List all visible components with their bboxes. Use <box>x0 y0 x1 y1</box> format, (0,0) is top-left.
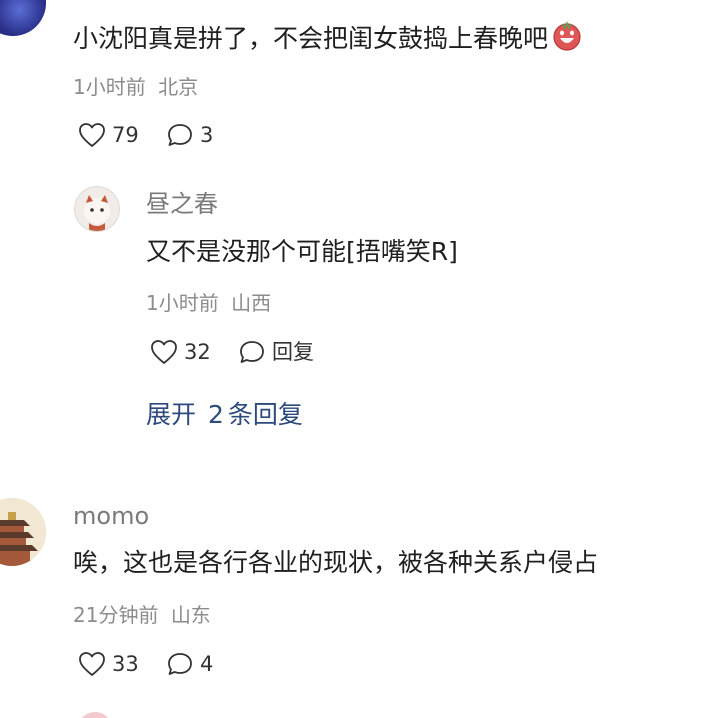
reply-username[interactable]: 昼之春 <box>146 190 218 218</box>
reply-avatar[interactable] <box>74 186 120 232</box>
comment-thread: 小沈阳真是拼了，不会把闺女鼓捣上春晚吧 1小时前 北京 79 3 昼之春 又不是… <box>0 0 702 718</box>
comment-time: 21分钟前 <box>73 603 159 627</box>
reply-time: 1小时前 <box>146 291 219 315</box>
comment-text: 小沈阳真是拼了，不会把闺女鼓捣上春晚吧 <box>73 20 582 55</box>
like-button[interactable]: 33 <box>78 651 139 677</box>
heart-icon <box>151 340 177 364</box>
reply-meta: 1小时前 山西 <box>146 291 271 315</box>
avatar[interactable] <box>0 498 46 566</box>
like-button[interactable]: 79 <box>78 122 139 148</box>
reply-label: 回复 <box>272 340 314 364</box>
reply-count: 4 <box>200 652 214 676</box>
grinning-face-emoji-icon <box>552 20 582 51</box>
expand-replies-link[interactable]: 展开 2 条回复 <box>146 400 303 430</box>
comment-location: 北京 <box>158 75 199 99</box>
reply-button[interactable]: 4 <box>166 651 213 677</box>
comment-meta: 1小时前 北京 <box>73 75 198 99</box>
heart-icon <box>79 652 105 676</box>
comment-bubble-icon <box>168 124 192 146</box>
avatar[interactable] <box>0 0 46 36</box>
reply-reply-button[interactable]: 回复 <box>238 339 314 365</box>
avatar[interactable] <box>78 712 112 718</box>
comment-text: 唉，这也是各行各业的现状，被各种关系户侵占 <box>73 548 599 577</box>
like-count: 79 <box>112 123 139 147</box>
reply-like-count: 32 <box>184 340 211 364</box>
reply-count: 3 <box>200 123 214 147</box>
reply-button[interactable]: 3 <box>166 122 213 148</box>
comment-meta: 21分钟前 山东 <box>73 603 211 627</box>
reply-like-button[interactable]: 32 <box>150 339 211 365</box>
reply-text: 又不是没那个可能[捂嘴笑R] <box>146 237 458 266</box>
comment-location: 山东 <box>170 603 211 627</box>
comment-bubble-icon <box>240 341 264 363</box>
comment-time: 1小时前 <box>73 75 146 99</box>
like-count: 33 <box>112 652 139 676</box>
comment-bubble-icon <box>168 653 192 675</box>
comment-username[interactable]: momo <box>73 502 149 530</box>
reply-location: 山西 <box>231 291 272 315</box>
heart-icon <box>79 123 105 147</box>
